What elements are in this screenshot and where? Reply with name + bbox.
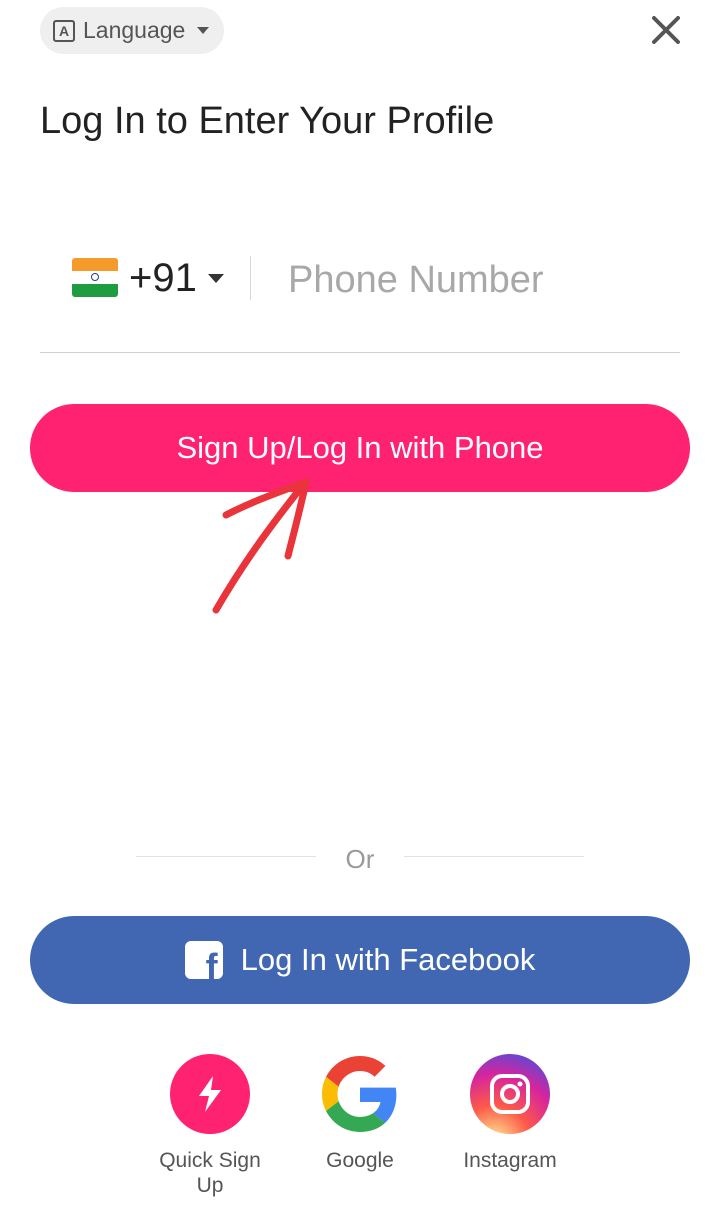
instagram-option[interactable]: Instagram bbox=[450, 1054, 570, 1173]
language-label: Language bbox=[83, 17, 186, 43]
quick-sign-up-label: Quick Sign Up bbox=[159, 1149, 261, 1197]
google-option[interactable]: Google bbox=[300, 1054, 420, 1173]
india-flag-icon[interactable] bbox=[72, 258, 118, 297]
annotation-arrow-icon bbox=[212, 478, 310, 614]
quick-sign-up-option[interactable]: Quick Sign Up bbox=[150, 1054, 270, 1198]
divider-line-right bbox=[404, 856, 584, 857]
facebook-login-button[interactable]: f Log In with Facebook bbox=[30, 916, 690, 1004]
close-icon[interactable] bbox=[648, 12, 684, 48]
facebook-icon: f bbox=[184, 941, 223, 979]
or-divider: Or bbox=[136, 840, 584, 876]
instagram-label: Instagram bbox=[463, 1149, 557, 1172]
or-text: Or bbox=[345, 844, 375, 874]
google-icon[interactable] bbox=[320, 1054, 400, 1134]
phone-input-row: +91 bbox=[40, 240, 680, 320]
chevron-down-icon bbox=[197, 27, 210, 34]
language-icon: A bbox=[53, 19, 75, 42]
phone-login-button-label: Sign Up/Log In with Phone bbox=[176, 430, 544, 465]
country-code-dropdown-icon[interactable] bbox=[208, 274, 224, 283]
facebook-login-button-label: Log In with Facebook bbox=[240, 942, 536, 977]
phone-input-underline bbox=[40, 352, 680, 353]
language-selector[interactable]: A Language bbox=[40, 7, 224, 54]
lightning-icon[interactable] bbox=[170, 1054, 250, 1134]
page-title: Log In to Enter Your Profile bbox=[40, 100, 495, 142]
country-code[interactable]: +91 bbox=[129, 256, 197, 301]
instagram-icon[interactable] bbox=[470, 1054, 550, 1134]
input-divider bbox=[250, 256, 251, 300]
phone-login-button[interactable]: Sign Up/Log In with Phone bbox=[30, 404, 690, 492]
phone-number-input[interactable] bbox=[288, 252, 668, 308]
google-label: Google bbox=[326, 1149, 394, 1172]
